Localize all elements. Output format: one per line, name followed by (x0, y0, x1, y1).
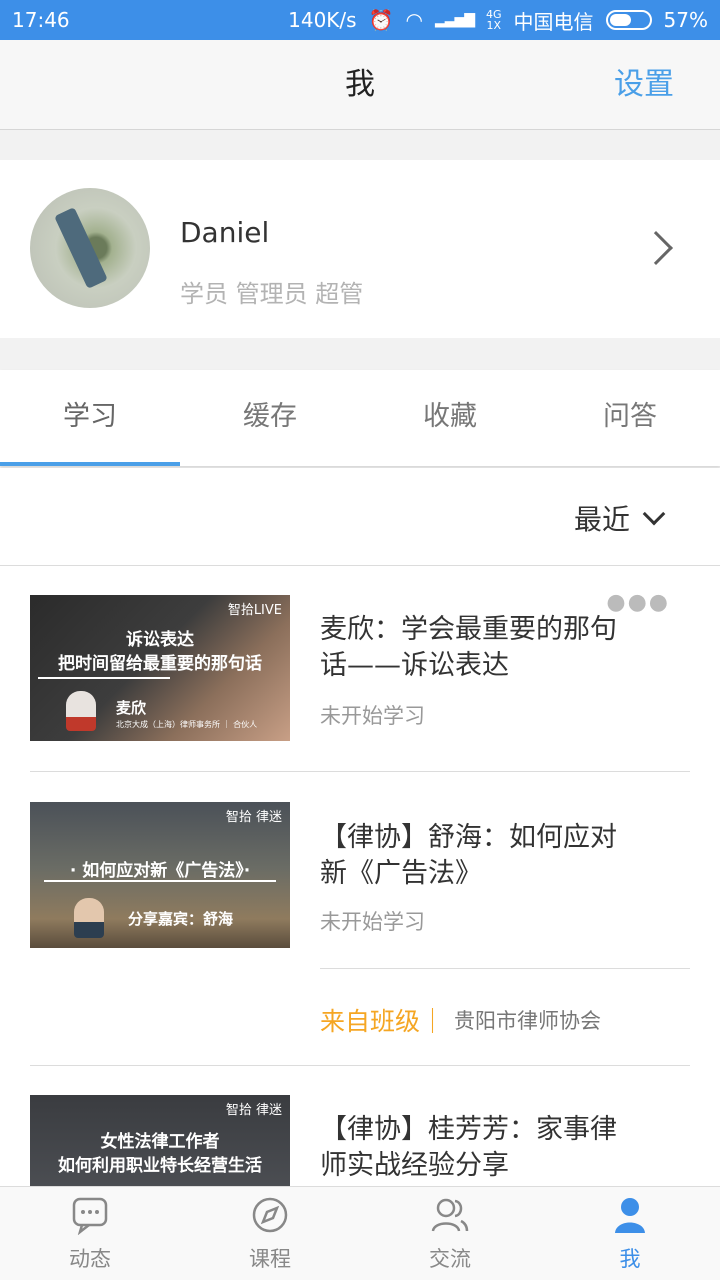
course-title[interactable]: 【律协】舒海：如何应对新《广告法》 (320, 820, 620, 892)
thumb-line1: · 如何应对新《广告法》· (69, 861, 251, 881)
network-type-badge: 4G 1X (486, 9, 502, 31)
person-icon (615, 1198, 645, 1233)
from-class-org[interactable]: 贵阳市律师协会 (454, 1005, 601, 1035)
thumb-brand: 智拾 律迷 (225, 1103, 282, 1118)
bottom-nav-community[interactable]: 交流 (360, 1187, 540, 1280)
thumb-rule (44, 880, 276, 882)
from-class-label: 来自班级｜ (320, 1007, 446, 1036)
thumb-speaker: 麦欣 (116, 699, 147, 717)
status-right: 140K/s ⏰ ◠ ▂▃▅▇ 4G 1X 中国电信 57% (288, 6, 708, 35)
bottom-nav-label: 课程 (249, 1247, 291, 1271)
chevron-down-icon[interactable] (642, 502, 666, 526)
sort-row: 最近 (0, 468, 720, 566)
bottom-nav-label: 交流 (429, 1247, 471, 1271)
course-thumbnail[interactable]: 智拾 律迷 女性法律工作者 如何利用职业特长经营生活 (30, 1095, 290, 1186)
page-title: 我 (345, 67, 375, 102)
speaker-photo (74, 898, 104, 938)
course-thumbnail[interactable]: 智拾 律迷 · 如何应对新《广告法》· 分享嘉宾：舒海 (30, 802, 290, 948)
compass-icon (252, 1197, 288, 1233)
course-title[interactable]: 麦欣：学会最重要的那句话——诉讼表达 (320, 612, 620, 684)
bottom-nav-label: 动态 (69, 1247, 111, 1271)
alarm-icon: ⏰ (368, 8, 394, 32)
course-item[interactable]: 智拾 律迷 · 如何应对新《广告法》· 分享嘉宾：舒海 【律协】舒海：如何应对新… (0, 772, 720, 1066)
more-options-icon[interactable]: ●●● (606, 590, 670, 615)
thumb-line1: 诉讼表达 (126, 630, 194, 650)
avatar-image (54, 207, 108, 289)
thumb-line2: 把时间留给最重要的那句话 (58, 654, 262, 674)
network-speed: 140K/s (288, 8, 357, 32)
thumb-speaker: 分享嘉宾：舒海 (128, 910, 234, 928)
course-title[interactable]: 【律协】桂芳芳：家事律师实战经验分享 (320, 1112, 620, 1184)
tab-bar: 学习 缓存 收藏 问答 (0, 370, 720, 466)
divider (320, 968, 690, 969)
bottom-nav-me[interactable]: 我 (540, 1187, 720, 1280)
course-list: 最近 智拾LIVE 诉讼表达 把时间留给最重要的那句话 麦欣 北京大成（上海）律… (0, 468, 720, 1186)
tab-cache[interactable]: 缓存 (180, 370, 360, 466)
wifi-icon: ◠ (405, 8, 423, 32)
sort-dropdown[interactable]: 最近 (574, 498, 630, 538)
bottom-nav: 动态 课程 交流 我 (0, 1186, 720, 1280)
bottom-nav-feed[interactable]: 动态 (0, 1187, 180, 1280)
carrier-name: 中国电信 (513, 9, 594, 34)
thumb-brand: 智拾LIVE (227, 603, 282, 618)
profile-roles: 学员 管理员 超管 (180, 280, 364, 308)
status-time: 17:46 (12, 8, 70, 32)
settings-button[interactable]: 设置 (614, 40, 674, 130)
tab-study[interactable]: 学习 (0, 370, 180, 466)
thumb-rule (38, 677, 170, 679)
chevron-right-icon (639, 231, 673, 265)
chat-bubble-icon (72, 1197, 108, 1235)
thumb-caption: 北京大成（上海）律师事务所 ｜ 合伙人 (116, 720, 258, 729)
battery-icon (605, 10, 652, 30)
course-status: 未开始学习 (320, 704, 425, 728)
profile-name: Daniel (180, 216, 270, 249)
profile-card[interactable]: Daniel 学员 管理员 超管 (0, 160, 720, 338)
people-icon (431, 1198, 469, 1232)
battery-percent: 57% (663, 8, 708, 32)
course-status: 未开始学习 (320, 910, 425, 934)
bottom-nav-label: 我 (619, 1247, 641, 1271)
tab-favorites[interactable]: 收藏 (360, 370, 540, 466)
course-item[interactable]: 智拾LIVE 诉讼表达 把时间留给最重要的那句话 麦欣 北京大成（上海）律师事务… (0, 566, 720, 772)
course-item[interactable]: 智拾 律迷 女性法律工作者 如何利用职业特长经营生活 【律协】桂芳芳：家事律师实… (0, 1066, 720, 1186)
signal-icon: ▂▃▅▇ (434, 12, 475, 28)
avatar (30, 188, 150, 308)
battery-fill (609, 14, 632, 26)
status-bar: 17:46 140K/s ⏰ ◠ ▂▃▅▇ 4G 1X 中国电信 57% (0, 0, 720, 40)
bottom-nav-courses[interactable]: 课程 (180, 1187, 360, 1280)
thumb-line2: 如何利用职业特长经营生活 (58, 1156, 262, 1176)
speaker-photo (66, 691, 96, 731)
thumb-brand: 智拾 律迷 (225, 810, 282, 825)
network-sub: 1X (486, 19, 502, 32)
tab-qa[interactable]: 问答 (540, 370, 720, 466)
course-thumbnail[interactable]: 智拾LIVE 诉讼表达 把时间留给最重要的那句话 麦欣 北京大成（上海）律师事务… (30, 595, 290, 741)
thumb-line1: 女性法律工作者 (100, 1132, 220, 1152)
nav-bar: 我 设置 (0, 40, 720, 130)
